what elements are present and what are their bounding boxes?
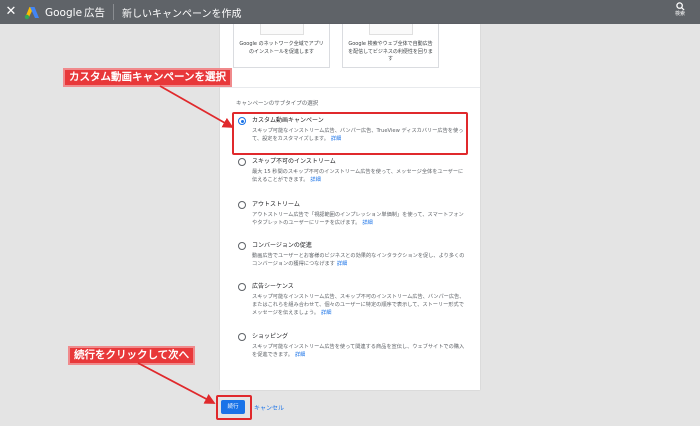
option-description-text: 最大 15 秒間のスキップ不可のインストリーム広告を使って、メッセージ全体をユー…: [252, 169, 464, 184]
card-thumbnail: [369, 24, 413, 35]
page-title: 新しいキャンペーンを作成: [122, 8, 242, 20]
radio-button[interactable]: [238, 242, 246, 250]
option-label: スキップ不可のインストリーム: [252, 158, 336, 165]
option-description-text: スキップ可能なインストリーム広告を使って関連する商品を宣伝し、ウェブサイトでの購…: [252, 344, 465, 359]
brand-ads: 広告: [84, 6, 106, 19]
radio-button[interactable]: [238, 158, 246, 166]
highlight-box-continue: [216, 395, 252, 420]
card-description: Google 検索やウェブ全体で自動広告を配信してビジネスの利便性を回ります: [348, 41, 433, 62]
callout-click-continue: 続行をクリックして次へ: [68, 346, 196, 365]
option-description: スキップ可能なインストリーム広告を使って関連する商品を宣伝し、ウェブサイトでの購…: [252, 343, 466, 359]
card-description: Google のネットワーク全域でアプリのインストールを促進します: [239, 41, 324, 55]
option-description: 動画広告でユーザーとお客様のビジネスとの効果的なインタラクションを促し、より多く…: [252, 252, 466, 268]
learn-more-link[interactable]: 詳細: [337, 261, 347, 267]
callout-select-custom-video: カスタム動画キャンペーンを選択: [63, 68, 232, 87]
option-label: ショッピング: [252, 333, 289, 340]
option-description-text: スキップ可能なインストリーム広告、スキップ不可のインストリーム広告、バンパー広告…: [252, 294, 465, 317]
radio-button[interactable]: [238, 283, 246, 291]
arrow-to-continue: [137, 362, 216, 404]
radio-button[interactable]: [238, 201, 246, 209]
search-label: 検索: [674, 11, 685, 17]
search-icon: [675, 2, 685, 11]
option-description: 最大 15 秒間のスキップ不可のインストリーム広告を使って、メッセージ全体をユー…: [252, 168, 466, 184]
learn-more-link[interactable]: 詳細: [362, 220, 372, 226]
campaign-subtype-panel: Google のネットワーク全域でアプリのインストールを促進します Google…: [220, 24, 480, 390]
brand-google: Google: [45, 6, 83, 19]
learn-more-link[interactable]: 詳細: [321, 310, 331, 316]
option-description: スキップ可能なインストリーム広告、スキップ不可のインストリーム広告、バンパー広告…: [252, 293, 466, 318]
card-thumbnail: [260, 24, 304, 35]
google-ads-logo-icon: [24, 5, 40, 20]
campaign-goal-card-smart[interactable]: Google 検索やウェブ全体で自動広告を配信してビジネスの利便性を回ります: [342, 24, 439, 68]
option-description-text: 動画広告でユーザーとお客様のビジネスとの効果的なインタラクションを促し、より多く…: [252, 253, 465, 268]
option-label: 広告シーケンス: [252, 283, 294, 290]
close-icon[interactable]: ✕: [0, 0, 22, 24]
section-divider: [220, 87, 480, 88]
highlight-box-custom-video: [232, 112, 468, 155]
cancel-button[interactable]: キャンセル: [254, 403, 284, 412]
option-label: コンバージョンの促進: [252, 242, 312, 249]
option-description-text: アウトストリーム広告で「視認範囲のインプレッション単価制」を使って、スマートフォ…: [252, 212, 464, 227]
subtype-section-title: キャンペーンのサブタイプの選択: [236, 101, 319, 107]
learn-more-link[interactable]: 詳細: [310, 177, 320, 183]
option-label: アウトストリーム: [252, 201, 300, 208]
campaign-goal-card-app-install[interactable]: Google のネットワーク全域でアプリのインストールを促進します: [233, 24, 330, 68]
radio-button[interactable]: [238, 333, 246, 341]
learn-more-link[interactable]: 詳細: [295, 352, 305, 358]
topbar-divider: [113, 4, 115, 20]
brand-name: Google 広告: [45, 5, 105, 20]
option-description: アウトストリーム広告で「視認範囲のインプレッション単価制」を使って、スマートフォ…: [252, 211, 466, 227]
search-button[interactable]: 検索: [668, 2, 692, 17]
top-bar: ✕ Google 広告 新しいキャンペーンを作成 検索: [0, 0, 700, 24]
